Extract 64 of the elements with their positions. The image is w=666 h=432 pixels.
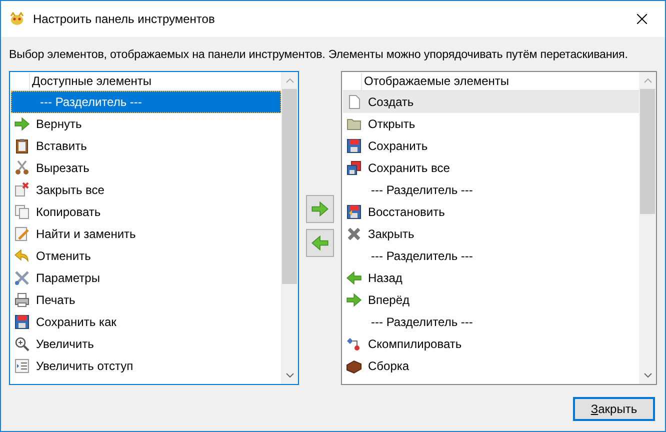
document-lines-icon [14, 358, 30, 374]
list-item[interactable]: Открыть [343, 113, 639, 135]
list-box[interactable]: Доступные элементы --- Разделитель --- Вернуть Вставить Вырезать Закрыть все Копировать Найти и заменить Отменить Параметры Печать Сохранить как Увеличить Увеличить отступ [9, 71, 299, 385]
list-item[interactable]: Сохранить как [11, 311, 281, 333]
list-item[interactable]: Сохранить [343, 135, 639, 157]
arrow-right-icon [346, 292, 362, 308]
column-header: Доступные элементы [29, 72, 152, 90]
list-item[interactable]: Вставить [11, 135, 281, 157]
list-item[interactable]: Назад [343, 267, 639, 289]
list-item[interactable]: Увеличить отступ [11, 355, 281, 377]
column-header: Отображаемые элементы [361, 72, 510, 90]
document-icon [346, 94, 362, 110]
arrow-right-icon [14, 116, 30, 132]
arrow-right-icon [311, 200, 329, 218]
list-item[interactable]: Копировать [11, 201, 281, 223]
floppies-icon [346, 160, 362, 176]
arrow-left-icon [346, 270, 362, 286]
floppy-icon [14, 314, 30, 330]
documents-icon [14, 204, 30, 220]
scroll-up-icon[interactable] [286, 78, 294, 83]
window-title: Настроить панель инструментов [33, 12, 216, 26]
document-x-icon [14, 182, 30, 198]
list-item[interactable]: Вырезать [11, 157, 281, 179]
floppy-icon [346, 138, 362, 154]
list-item[interactable]: Вернуть [11, 113, 281, 135]
close-button[interactable]: Закрыть [573, 397, 655, 421]
app-icon [9, 11, 25, 27]
list-item[interactable]: Закрыть все [11, 179, 281, 201]
remove-button[interactable] [306, 229, 334, 257]
list-item[interactable]: Печать [11, 289, 281, 311]
document-pencil-icon [14, 226, 30, 242]
scroll-down-icon[interactable] [644, 373, 652, 378]
list-item[interactable]: Вперёд [343, 289, 639, 311]
list-item[interactable]: Восстановить [343, 201, 639, 223]
list-item[interactable]: --- Разделитель --- [343, 179, 639, 201]
scroll-down-icon[interactable] [286, 373, 294, 378]
magnifier-icon [14, 336, 30, 352]
description-text: Выбор элементов, отображаемых на панели инструментов. Элементы можно упорядочивать путём перетаскивания. [9, 47, 629, 63]
list-item[interactable]: Скомпилировать [343, 333, 639, 355]
folder-icon [346, 116, 362, 132]
scissors-icon [14, 160, 30, 176]
list-item[interactable]: Увеличить [11, 333, 281, 355]
list-item[interactable]: --- Разделитель --- [11, 91, 281, 113]
scroll-up-icon[interactable] [644, 78, 652, 83]
list-item[interactable]: --- Разделитель --- [343, 311, 639, 333]
arrow-left-icon [311, 234, 329, 252]
close-icon[interactable] [637, 14, 647, 24]
list-item[interactable]: Параметры [11, 267, 281, 289]
clipboard-icon [14, 138, 30, 154]
printer-icon [14, 292, 30, 308]
list-item[interactable]: Закрыть [343, 223, 639, 245]
list-item[interactable]: --- Разделитель --- [343, 245, 639, 267]
scrollbar[interactable] [639, 72, 656, 384]
list-box[interactable]: Отображаемые элементы Создать Открыть Сохранить Сохранить все --- Разделитель --- Восстановить Закрыть --- Разделитель --- Назад Вперёд --- Разделитель --- Скомпилировать Сборка [341, 71, 657, 385]
add-button[interactable] [306, 195, 334, 223]
list-item[interactable]: Отменить [11, 245, 281, 267]
diagram-icon [346, 336, 362, 352]
cross-icon [346, 226, 362, 242]
list-item[interactable]: Сохранить все [343, 157, 639, 179]
arrow-left-icon [14, 248, 30, 264]
list-item[interactable]: Создать [343, 91, 639, 113]
scrollbar[interactable] [281, 72, 298, 384]
list-item[interactable]: Найти и заменить [11, 223, 281, 245]
list-item[interactable]: Сборка [343, 355, 639, 377]
